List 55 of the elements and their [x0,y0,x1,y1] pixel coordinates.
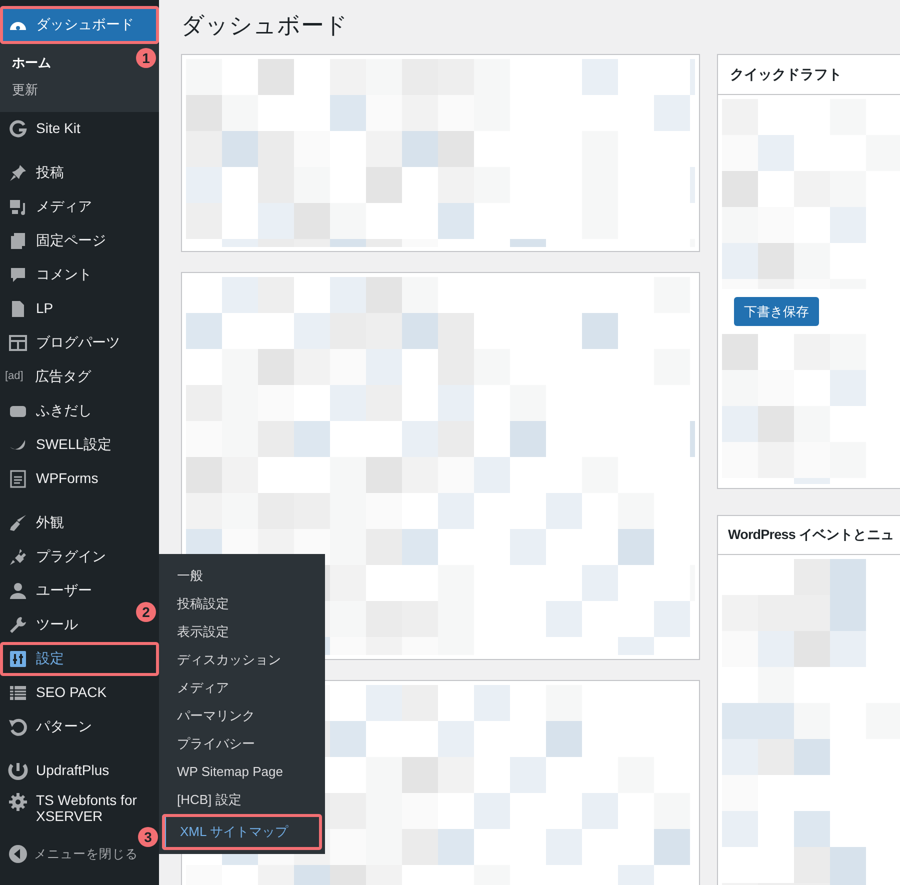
flyout-item[interactable]: ディスカッション [159,646,325,674]
flyout-item[interactable]: 表示設定 [159,618,325,646]
widget-title: クイックドラフト [718,54,900,95]
menu-item[interactable]: 投稿 [0,156,72,190]
gear-icon [8,792,28,812]
page-title: ダッシュボード [181,12,349,40]
ad-icon: [ad] [5,370,27,384]
menu-item[interactable]: TS Webfonts for XSERVER [0,788,159,826]
menu-item[interactable]: ふきだし [0,394,100,428]
menu-item[interactable]: Site Kit [0,112,88,146]
flyout-item[interactable]: [HCB] 設定 [159,786,325,814]
submenu-item[interactable]: 更新 [0,76,50,104]
menu-item[interactable]: コメント [0,258,100,292]
flyout-item[interactable]: 投稿設定 [159,590,325,618]
menu-item[interactable]: ツール [0,608,86,642]
collapse-icon [8,844,28,864]
ring-icon [8,118,28,139]
menu-item[interactable]: 外観 [0,506,72,540]
brush-icon [8,512,28,533]
pin-icon [8,162,28,183]
menu-item[interactable]: [ad] 広告タグ [0,360,99,394]
submenu-item[interactable]: ホーム [0,50,63,77]
menu-item[interactable]: パターン [0,710,100,744]
save-draft-button[interactable]: 下書き保存 [734,296,819,326]
menu-item[interactable]: プラグイン [0,540,114,574]
menu-item[interactable]: SEO PACK [0,676,115,710]
menu-item[interactable]: LP [0,292,62,326]
pages-icon [8,230,28,251]
menu-item[interactable]: ダッシュボード [0,6,159,44]
person-icon [8,580,28,601]
menu-item[interactable]: WPForms [0,462,106,496]
menu-item[interactable]: SWELL設定 [0,428,120,462]
menu-item[interactable]: 設定 [0,642,159,676]
ring-icon [8,760,28,781]
flyout-item[interactable]: メディア [159,674,325,702]
flyout-item[interactable]: 一般 [159,562,325,590]
menu-item[interactable]: ユーザー [0,574,100,608]
widget-title: WordPress イベントとニュ [718,516,900,556]
menu-item[interactable]: ブログパーツ [0,326,128,360]
menu-item[interactable]: UpdraftPlus [0,754,118,788]
wrench-icon [8,614,28,635]
plug-icon [8,546,28,567]
collapse-menu-button[interactable]: メニューを閉じる [0,836,138,872]
flyout-item[interactable]: WP Sitemap Page [159,758,325,786]
flyout-item[interactable]: XML サイトマップ [162,814,322,850]
menu-item[interactable]: メディア [0,190,100,224]
form-icon [8,468,28,489]
annotation-number: 3 [138,827,158,847]
sliders-icon [8,648,28,669]
menu-item[interactable]: 固定ページ [0,224,114,258]
flyout-item[interactable]: プライバシー [159,730,325,758]
undo-icon [8,716,28,737]
layout-icon [8,332,28,353]
annotation-number: 2 [136,602,156,622]
flyout-item[interactable]: パーマリンク [159,702,325,730]
